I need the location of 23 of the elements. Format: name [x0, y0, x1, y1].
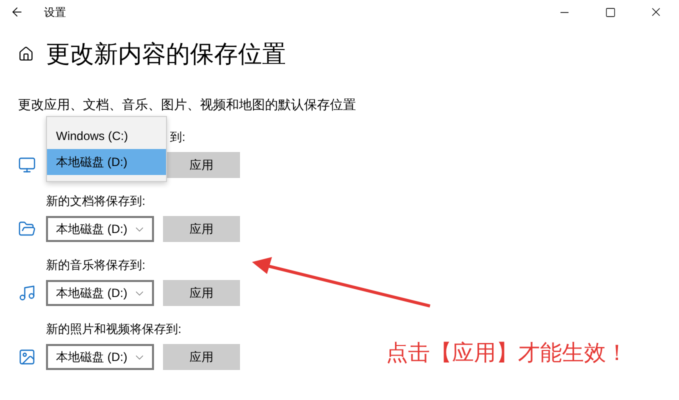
image-icon	[18, 348, 36, 366]
apply-button[interactable]: 应用	[163, 216, 240, 242]
window-title: 设置	[44, 6, 67, 20]
drive-dropdown[interactable]: 本地磁盘 (D:)	[46, 344, 154, 370]
dropdown-option[interactable]: 本地磁盘 (D:)	[47, 149, 166, 175]
dropdown-option[interactable]: Windows (C:)	[47, 123, 166, 149]
section-label: 新的文档将保存到:	[46, 193, 146, 210]
home-icon[interactable]	[18, 46, 34, 62]
section-label: 到:	[170, 129, 186, 146]
drive-dropdown[interactable]: 本地磁盘 (D:)	[46, 216, 154, 242]
apply-button[interactable]: 应用	[163, 280, 240, 306]
back-icon[interactable]	[10, 5, 24, 19]
description-text: 更改应用、文档、音乐、图片、视频和地图的默认保存位置	[18, 96, 357, 114]
music-note-icon	[18, 284, 36, 302]
apply-button[interactable]: 应用	[163, 344, 240, 370]
annotation-text: 点击【应用】才能生效！	[386, 339, 628, 367]
drive-dropdown[interactable]: 本地磁盘 (D:)	[46, 280, 154, 306]
monitor-icon	[18, 156, 36, 174]
folder-icon	[18, 220, 36, 238]
page-heading: 更改新内容的保存位置	[46, 40, 286, 70]
maximize-icon[interactable]	[604, 6, 616, 18]
section-label: 新的音乐将保存到:	[46, 257, 146, 274]
section-label: 新的照片和视频将保存到:	[46, 321, 182, 338]
